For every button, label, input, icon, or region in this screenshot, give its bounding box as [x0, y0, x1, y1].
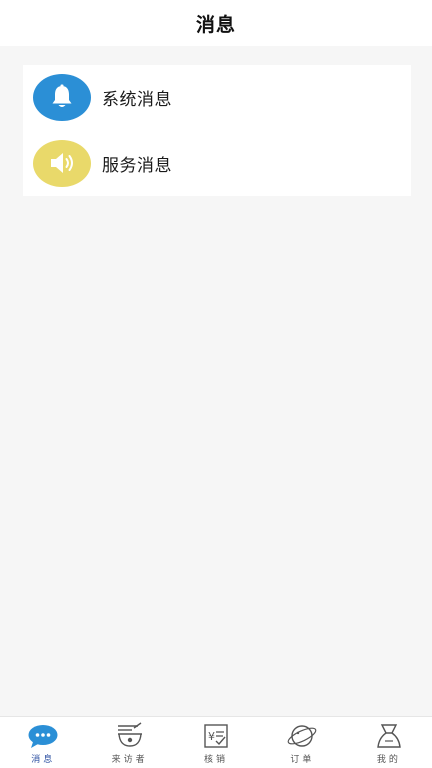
tab-profile[interactable]: 我的: [346, 717, 432, 768]
planet-icon: [286, 721, 318, 751]
service-message-item[interactable]: 服务消息: [23, 131, 411, 195]
speaker-icon: [33, 139, 91, 187]
tab-label: 消息: [31, 755, 56, 765]
voucher-icon: ¥: [200, 721, 232, 751]
service-message-label: 服务消息: [102, 155, 172, 176]
visitor-icon: [114, 721, 146, 751]
main-content: 系统消息 服务消息: [0, 46, 432, 716]
tab-visitors[interactable]: 来访者: [86, 717, 172, 768]
chat-bubble-icon: [27, 721, 59, 751]
tab-label: 我的: [376, 755, 401, 765]
system-message-label: 系统消息: [102, 89, 172, 110]
message-list: 系统消息 服务消息: [23, 65, 411, 196]
top-header: 消息: [0, 0, 432, 46]
tab-verification[interactable]: ¥ 核销: [173, 717, 259, 768]
tab-orders[interactable]: 订单: [259, 717, 345, 768]
tab-label: 核销: [204, 755, 229, 765]
tab-label: 订单: [290, 755, 315, 765]
page-title: 消息: [195, 13, 236, 36]
bell-icon: [33, 73, 91, 121]
tab-label: 来访者: [111, 755, 148, 765]
system-message-item[interactable]: 系统消息: [23, 65, 411, 129]
profile-icon: [373, 721, 405, 751]
tab-messages[interactable]: 消息: [0, 717, 86, 768]
bottom-tab-bar: 消息 来访者 ¥ 核销 订单 我的: [0, 716, 432, 768]
svg-text:¥: ¥: [208, 730, 215, 743]
